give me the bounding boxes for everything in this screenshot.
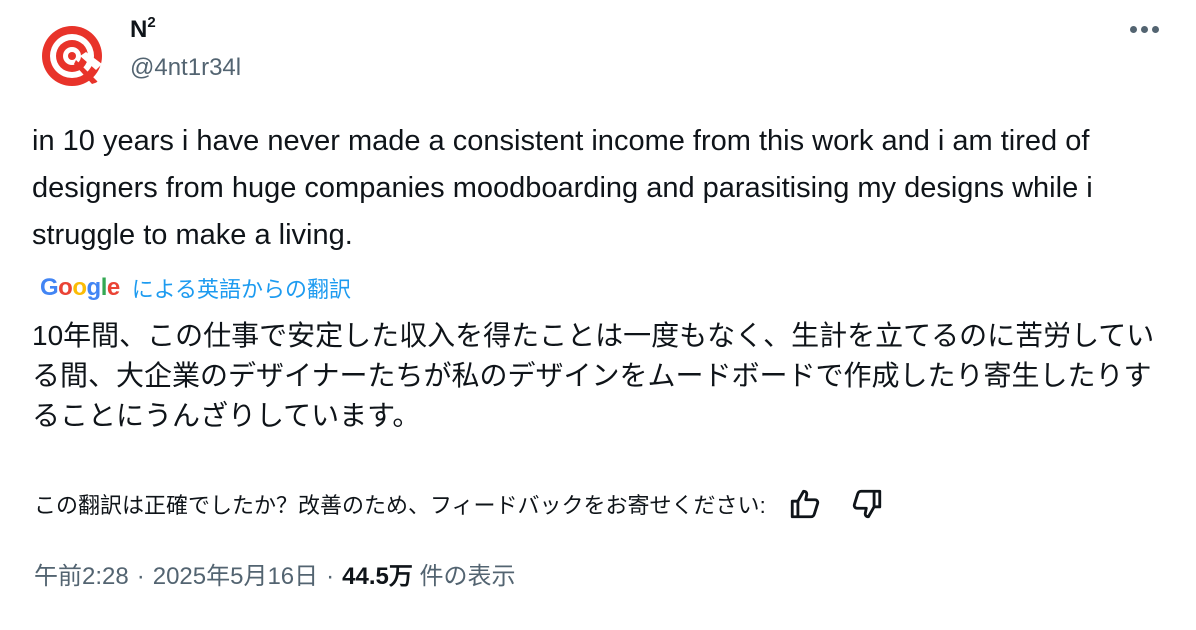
avatar[interactable] [36,20,108,92]
tweet-time[interactable]: 午前2:28 [34,563,129,590]
view-count: 44.5万 [342,563,413,590]
google-logo-letter: o [72,274,87,301]
google-logo-letter: o [58,274,73,301]
google-logo-letter: e [106,274,120,301]
meta-separator: · [326,563,335,590]
translation-attribution[interactable]: Google による英語からの翻訳 [40,272,351,304]
display-name-text: N [130,16,148,43]
user-handle[interactable]: @4nt1r34l [130,54,241,82]
meta-separator: · [136,563,145,590]
google-logo-letter: g [86,274,102,301]
feedback-question: この翻訳は正確でしたか？改善のため、フィードバックをお寄せください: [34,493,766,518]
translation-label: による英語からの翻訳 [131,277,352,302]
display-name-superscript: 2 [147,14,156,31]
view-count-label: 件の表示 [419,563,516,590]
google-logo-letter: G [40,274,59,301]
thumbs-down-icon[interactable] [850,487,884,521]
google-logo: Google [40,274,120,302]
more-options-button[interactable] [1124,22,1164,38]
red-spiral-logo-icon [36,20,108,92]
tweet-date[interactable]: 2025年5月16日 [153,563,318,590]
tweet-text: in 10 years i have never made a consiste… [32,125,1093,251]
thumbs-up-icon[interactable] [788,487,822,521]
translated-text: 10年間、この仕事で安定した収入を得たことは一度もなく、生計を立てるのに苦労して… [32,320,1155,431]
more-dots-icon [1130,26,1137,33]
tweet-meta: 午前2:28 · 2025年5月16日 · 44.5万 件の表示 [34,556,516,591]
translation-feedback: この翻訳は正確でしたか？改善のため、フィードバックをお寄せください: [34,484,912,524]
more-dot [1152,26,1159,33]
more-dot [1141,26,1148,33]
display-name[interactable]: N2 [130,14,156,44]
